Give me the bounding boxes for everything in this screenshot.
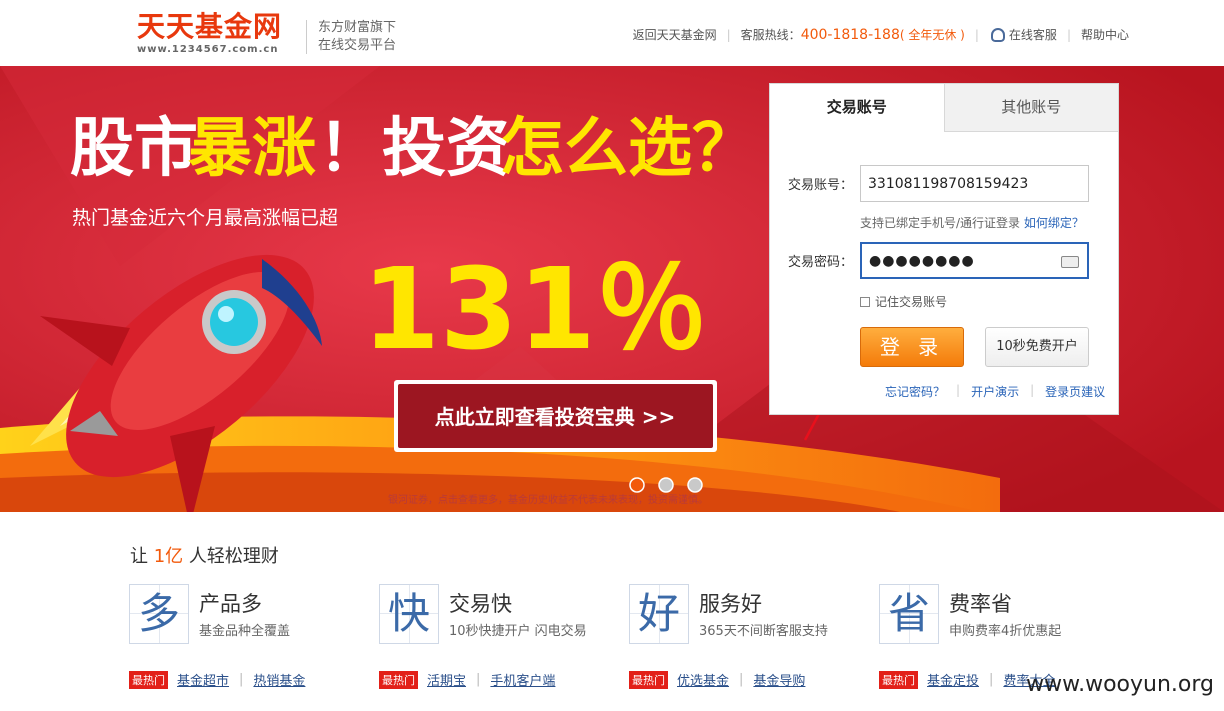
feature-name: 产品多 [199, 592, 262, 616]
account-row: 交易账号： 331081198708159423 [788, 165, 1089, 202]
link-separator: | [1030, 383, 1035, 397]
feature-desc: 申购费率4折优惠起 [949, 624, 1062, 639]
link-separator: | [239, 672, 244, 687]
headset-icon [989, 27, 1005, 42]
site-logo[interactable]: 天天基金网 www.1234567.com.cn [137, 10, 283, 56]
nav-separator: | [726, 27, 731, 42]
hotline-number: 400-1818-188 [800, 26, 900, 43]
banner-cta-button[interactable]: 点此立即查看投资宝典 >> [394, 380, 717, 452]
feature-char-icon: 好 [629, 584, 689, 644]
hot-badge: 最热门 [379, 670, 418, 689]
account-input[interactable]: 331081198708159423 [860, 165, 1089, 202]
feature-char-icon: 快 [379, 584, 439, 644]
login-button[interactable]: 登 录 [860, 327, 964, 367]
hot-badge: 最热门 [879, 670, 918, 689]
slide-indicator[interactable] [629, 477, 703, 493]
logo-tagline: 东方财富旗下 在线交易平台 [318, 19, 396, 55]
keyboard-icon[interactable] [1061, 256, 1079, 268]
link-separator: | [989, 672, 994, 687]
account-hint: 支持已绑定手机号/通行证登录 如何绑定？ [860, 214, 1084, 231]
feature-desc: 基金品种全覆盖 [199, 624, 291, 639]
password-value: ●●●●●●●● [869, 252, 975, 269]
suggestion-link[interactable]: 登录页建议 [1045, 383, 1105, 400]
cta-label: 点此立即查看投资宝典 >> [435, 405, 675, 429]
features-title-post: 人轻松理财 [188, 546, 279, 567]
login-tabs: 交易账号 其他账号 [770, 84, 1118, 132]
feature-name: 费率省 [949, 592, 1012, 616]
hotline-label: 客服热线： [740, 28, 801, 42]
nav-back-link[interactable]: 返回天天基金网 [633, 26, 717, 43]
hotline-note: ( 全年无休 ) [899, 28, 965, 42]
feature-name: 服务好 [699, 592, 762, 616]
logo-url: www.1234567.com.cn [137, 44, 279, 55]
feature-card: 多 产品多 基金品种全覆盖 [129, 584, 369, 646]
top-nav: 返回天天基金网 | 客服热线： 400-1818-188 ( 全年无休 ) | … [633, 26, 1129, 43]
site-header: 天天基金网 www.1234567.com.cn 东方财富旗下 在线交易平台 返… [0, 0, 1224, 66]
feature-link[interactable]: 热销基金 [253, 670, 305, 689]
headline-yellow-2: 怎么选？ [500, 112, 756, 186]
promo-banner[interactable]: 股市 暴涨 ！投资 怎么选？ 热门基金近六个月最高涨幅已超 131％ 点此立即查… [0, 66, 1224, 512]
hot-badge: 最热门 [629, 670, 668, 689]
link-separator: | [476, 672, 481, 687]
tagline-line-2: 在线交易平台 [318, 38, 397, 53]
account-demo-link[interactable]: 开户演示 [971, 383, 1019, 400]
feature-links: 最热门 基金超市 | 热销基金 [129, 670, 305, 689]
logo-divider [306, 20, 307, 54]
feature-links: 最热门 活期宝 | 手机客户端 [379, 670, 555, 689]
password-label: 交易密码： [788, 255, 854, 270]
feature-desc: 365天不间断客服支持 [699, 624, 828, 639]
open-account-button[interactable]: 10秒免费开户 [985, 327, 1089, 367]
banner-subline: 热门基金近六个月最高涨幅已超 [72, 207, 338, 229]
headline-white-1: 股市 [70, 112, 198, 186]
remember-label: 记住交易账号 [875, 295, 948, 309]
feature-card: 省 费率省 申购费率4折优惠起 [879, 584, 1119, 646]
account-label: 交易账号： [788, 178, 854, 193]
slide-dot-3[interactable] [687, 477, 703, 493]
nav-separator: | [974, 27, 979, 42]
remember-account[interactable]: 记住交易账号 [860, 293, 947, 310]
tagline-line-1: 东方财富旗下 [318, 20, 397, 35]
slide-dot-1[interactable] [629, 477, 645, 493]
logo-name: 天天基金网 [137, 10, 283, 43]
banner-big-number: 131％ [362, 245, 708, 375]
remember-checkbox[interactable] [860, 296, 870, 307]
feature-name: 交易快 [449, 592, 512, 616]
feature-char-icon: 多 [129, 584, 189, 644]
feature-link[interactable]: 基金定投 [927, 670, 979, 689]
nav-separator: | [1066, 27, 1071, 42]
tab-other-account[interactable]: 其他账号 [943, 84, 1118, 132]
feature-link[interactable]: 基金超市 [177, 670, 229, 689]
feature-link[interactable]: 活期宝 [427, 670, 466, 689]
password-input[interactable]: ●●●●●●●● [860, 242, 1089, 279]
headline-yellow-1: 暴涨 [188, 112, 316, 186]
tab-trade-account[interactable]: 交易账号 [770, 84, 944, 132]
feature-card: 好 服务好 365天不间断客服支持 [629, 584, 869, 646]
feature-link[interactable]: 优选基金 [677, 670, 729, 689]
login-links: 忘记密码？ | 开户演示 | 登录页建议 [885, 383, 1105, 400]
slide-dot-2[interactable] [658, 477, 674, 493]
hot-badge: 最热门 [129, 670, 168, 689]
feature-links: 最热门 优选基金 | 基金导购 [629, 670, 805, 689]
bind-help-link[interactable]: 如何绑定？ [1024, 216, 1084, 230]
features-section: 让 1亿 人轻松理财 多 产品多 基金品种全覆盖 快 交易快 10秒快捷开户 闪… [0, 512, 1224, 711]
account-hint-text: 支持已绑定手机号/通行证登录 [860, 216, 1021, 230]
link-separator: | [739, 672, 744, 687]
feature-link[interactable]: 手机客户端 [490, 670, 555, 689]
password-row: 交易密码： ●●●●●●●● [788, 242, 1089, 279]
feature-desc: 10秒快捷开户 闪电交易 [449, 624, 587, 639]
features-title-pre: 让 [130, 546, 148, 567]
online-service-link[interactable]: 在线客服 [1009, 26, 1057, 43]
help-center-link[interactable]: 帮助中心 [1081, 26, 1129, 43]
link-separator: | [956, 383, 961, 397]
watermark: www.wooyun.org [1026, 672, 1214, 697]
login-panel: 交易账号 其他账号 交易账号： 331081198708159423 支持已绑定… [769, 83, 1119, 415]
features-title-highlight: 1亿 [153, 546, 184, 567]
feature-link[interactable]: 基金导购 [753, 670, 805, 689]
feature-char-icon: 省 [879, 584, 939, 644]
headline-white-2: ！投资 [318, 112, 510, 186]
forgot-password-link[interactable]: 忘记密码？ [885, 383, 945, 400]
banner-disclaimer: 银河证券，点击查看更多，基金历史收益不代表未来表现，投资需谨慎。 [388, 493, 708, 506]
features-title: 让 1亿 人轻松理财 [130, 542, 279, 568]
feature-card: 快 交易快 10秒快捷开户 闪电交易 [379, 584, 619, 646]
